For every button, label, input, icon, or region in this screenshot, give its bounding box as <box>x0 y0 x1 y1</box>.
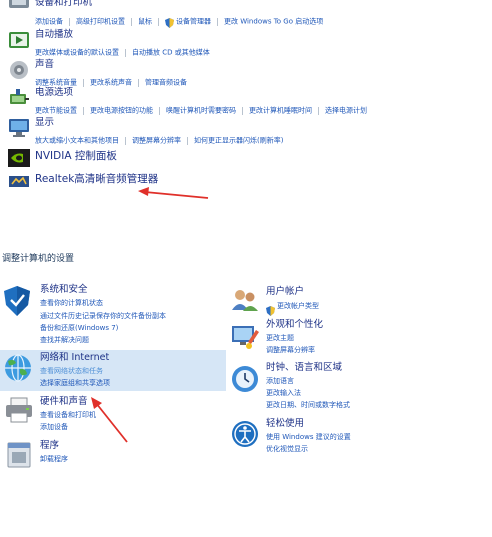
shield-icon <box>165 12 176 31</box>
power-options-title[interactable]: 电源选项 <box>35 87 73 99</box>
add-language-link[interactable]: 添加语言 <box>266 376 294 386</box>
adjust-resolution-link[interactable]: 调整屏幕分辨率 <box>132 137 181 145</box>
user-accounts-icon[interactable] <box>231 288 259 312</box>
advanced-printer-settings-link[interactable]: 高级打印机设置 <box>76 18 125 26</box>
speaker-icon[interactable] <box>8 60 30 80</box>
wake-password-link[interactable]: 唤醒计算机时需要密码 <box>166 107 236 115</box>
autoplay-cd-link[interactable]: 自动播放 CD 或其他媒体 <box>132 49 210 57</box>
view-computer-status-link[interactable]: 查看你的计算机状态 <box>40 298 103 308</box>
homegroup-sharing-link[interactable]: 选择家庭组和共享选项 <box>40 378 110 388</box>
appearance-icon[interactable] <box>230 322 260 352</box>
windows-to-go-link[interactable]: 更改 Windows To Go 启动选项 <box>224 18 323 26</box>
text-size-link[interactable]: 放大或缩小文本和其他项目 <box>35 137 119 145</box>
ease-of-access-icon[interactable] <box>230 419 260 449</box>
change-theme-link[interactable]: 更改主题 <box>266 333 294 343</box>
file-history-link[interactable]: 通过文件历史记录保存你的文件备份副本 <box>40 311 166 321</box>
change-power-saving-link[interactable]: 更改节能设置 <box>35 107 77 115</box>
windows-recommended-settings-link[interactable]: 使用 Windows 建议的设置 <box>266 432 351 442</box>
nvidia-icon[interactable] <box>8 149 30 167</box>
choose-power-plan-link[interactable]: 选择电源计划 <box>325 107 367 115</box>
devices-links: 添加设备 高级打印机设置 鼠标 设备管理器 更改 Windows To Go 启动选项 <box>35 11 323 31</box>
display-icon[interactable] <box>8 118 30 138</box>
adjust-screen-resolution-link[interactable]: 调整屏幕分辨率 <box>266 345 315 355</box>
annotation-arrow-1 <box>138 187 209 199</box>
devices-printers-title[interactable]: 设备和打印机 <box>35 0 92 9</box>
add-device-link[interactable]: 添加设备 <box>35 18 63 26</box>
network-status-link[interactable]: 查看网络状态和任务 <box>40 366 103 376</box>
power-options-icon[interactable] <box>8 88 30 108</box>
adjust-volume-link[interactable]: 调整系统音量 <box>35 79 77 87</box>
troubleshoot-link[interactable]: 查找并解决问题 <box>40 335 89 345</box>
shield-security-icon[interactable] <box>2 285 32 317</box>
change-media-defaults-link[interactable]: 更改媒体或设备的默认设置 <box>35 49 119 57</box>
hardware-sound-title[interactable]: 硬件和声音 <box>40 396 88 408</box>
backup-restore-link[interactable]: 备份和还原(Windows 7) <box>40 323 118 333</box>
annotation-arrow-2 <box>91 397 128 443</box>
autoplay-links: 更改媒体或设备的默认设置 自动播放 CD 或其他媒体 <box>35 42 210 61</box>
uninstall-program-link[interactable]: 卸载程序 <box>40 454 68 464</box>
display-links: 放大或缩小文本和其他项目 调整屏幕分辨率 如何更正显示器闪烁(刷新率) <box>35 130 283 149</box>
user-accounts-title[interactable]: 用户帐户 <box>266 286 304 298</box>
manage-audio-devices-link[interactable]: 管理音频设备 <box>145 79 187 87</box>
devices-printers-icon[interactable] <box>8 0 30 10</box>
change-date-time-format-link[interactable]: 更改日期、时间或数字格式 <box>266 400 350 410</box>
network-internet-title[interactable]: 网络和 Internet <box>40 352 109 364</box>
sleep-time-link[interactable]: 更改计算机睡眠时间 <box>249 107 312 115</box>
power-button-function-link[interactable]: 更改电源按钮的功能 <box>90 107 153 115</box>
mouse-link[interactable]: 鼠标 <box>138 18 152 26</box>
display-title[interactable]: 显示 <box>35 117 54 129</box>
add-device-link-2[interactable]: 添加设备 <box>40 422 68 432</box>
autoplay-icon[interactable] <box>8 31 30 49</box>
autoplay-title[interactable]: 自动播放 <box>35 29 73 41</box>
power-links: 更改节能设置 更改电源按钮的功能 唤醒计算机时需要密码 更改计算机睡眠时间 选择电源计划 <box>35 100 367 119</box>
refresh-rate-link[interactable]: 如何更正显示器闪烁(刷新率) <box>194 137 283 145</box>
appearance-title[interactable]: 外观和个性化 <box>266 319 323 331</box>
clock-globe-icon[interactable] <box>230 364 260 394</box>
change-system-sounds-link[interactable]: 更改系统声音 <box>90 79 132 87</box>
section-heading: 调整计算机的设置 <box>2 254 75 264</box>
programs-title[interactable]: 程序 <box>40 440 59 452</box>
device-manager-link[interactable]: 设备管理器 <box>176 18 211 26</box>
nvidia-control-panel-title[interactable]: NVIDIA 控制面板 <box>35 150 117 162</box>
printer-icon[interactable] <box>4 396 34 424</box>
clock-language-region-title[interactable]: 时钟、语言和区域 <box>266 362 342 374</box>
ease-of-access-title[interactable]: 轻松使用 <box>266 418 304 430</box>
realtek-audio-icon[interactable] <box>8 173 30 189</box>
accounts-shield-icon <box>266 301 275 320</box>
realtek-audio-manager-title[interactable]: Realtek高清晰音频管理器 <box>35 173 158 185</box>
change-input-method-link[interactable]: 更改输入法 <box>266 388 301 398</box>
programs-icon[interactable] <box>4 440 34 470</box>
sound-title[interactable]: 声音 <box>35 59 54 71</box>
change-account-type-link[interactable]: 更改帐户类型 <box>277 301 319 311</box>
system-security-title[interactable]: 系统和安全 <box>40 284 88 296</box>
network-globe-icon[interactable] <box>2 352 34 384</box>
optimize-visual-display-link[interactable]: 优化视觉显示 <box>266 444 308 454</box>
